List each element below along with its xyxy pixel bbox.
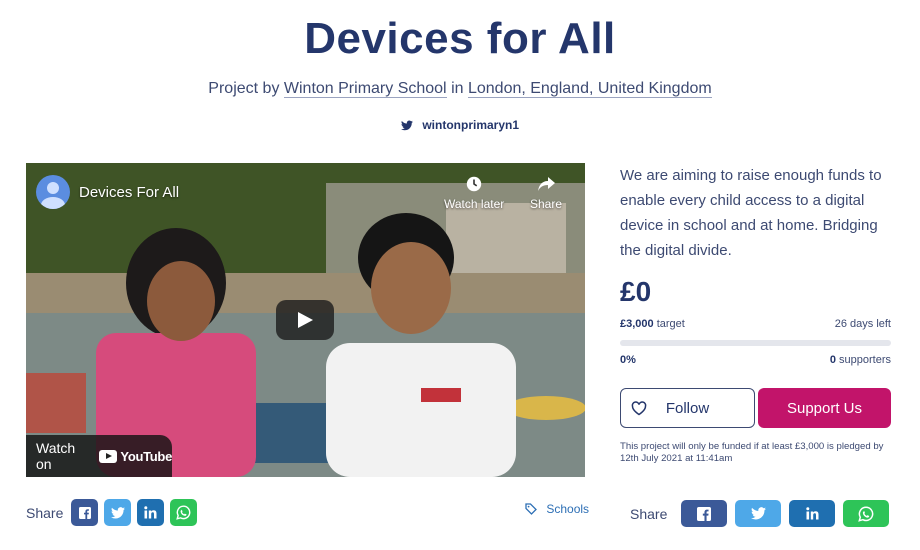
heart-icon (631, 401, 647, 416)
share-row-right: Share (630, 500, 897, 527)
linkedin-icon (806, 507, 819, 520)
facebook-share-button[interactable] (71, 499, 99, 526)
linkedin-icon (144, 506, 157, 519)
location-link[interactable]: London, England, United Kingdom (467, 80, 712, 98)
target-text: £3,000 target (620, 318, 685, 330)
project-description: We are aiming to raise enough funds to e… (620, 167, 882, 259)
video-share-button[interactable]: Share (530, 175, 562, 211)
twitter-icon (750, 507, 766, 520)
youtube-play-icon (99, 449, 118, 463)
twitter-share-button[interactable] (104, 499, 132, 526)
school-link[interactable]: Winton Primary School (283, 80, 447, 98)
percent-funded: 0% (620, 354, 636, 366)
whatsapp-icon (176, 505, 191, 520)
support-us-button[interactable]: Support Us (758, 388, 891, 428)
twitter-icon (110, 506, 125, 519)
category-tag-label: Schools (546, 502, 590, 516)
funding-condition-note: This project will only be funded if at l… (620, 441, 884, 464)
whatsapp-share-button[interactable] (170, 499, 198, 526)
video-player[interactable]: Devices For All Watch later Share Watch … (26, 163, 585, 477)
follow-button[interactable]: Follow (620, 388, 755, 428)
days-left: 26 days left (834, 318, 891, 330)
supporters-word: supporters (839, 354, 891, 366)
video-title[interactable]: Devices For All (79, 184, 179, 201)
byline-in: in (451, 80, 464, 97)
byline-prefix: Project by (208, 80, 280, 97)
supporters-count: 0 (829, 354, 836, 366)
target-value: £3,000 (620, 318, 654, 330)
whatsapp-icon (858, 506, 874, 522)
project-byline: Project by Winton Primary School in Lond… (0, 80, 920, 98)
amount-raised: £0 (620, 276, 652, 307)
tag-icon (525, 503, 537, 515)
watch-later-label: Watch later (444, 197, 505, 211)
whatsapp-share-button-right[interactable] (843, 500, 890, 527)
clock-icon (466, 176, 482, 192)
page-title: Devices for All (304, 14, 616, 63)
facebook-icon (78, 506, 91, 519)
stats-row: 0% 0 supporters (620, 354, 891, 366)
watch-on-youtube-button[interactable]: Watch on YouTube (26, 435, 172, 477)
watch-later-button[interactable]: Watch later (444, 175, 504, 211)
twitter-handle-text: wintonprimaryn1 (422, 118, 520, 132)
watch-on-label: Watch on (36, 440, 76, 472)
twitter-share-button-right[interactable] (735, 500, 782, 527)
twitter-icon (400, 120, 413, 131)
category-tag-link[interactable]: Schools (525, 502, 589, 516)
video-share-label: Share (530, 197, 563, 211)
share-arrow-icon (538, 177, 556, 191)
share-label-right: Share (630, 505, 668, 522)
facebook-icon (697, 506, 712, 521)
video-header: Devices For All (36, 175, 179, 209)
facebook-share-button-right[interactable] (681, 500, 728, 527)
follow-label: Follow (665, 399, 710, 417)
channel-avatar[interactable] (36, 175, 70, 209)
target-row: £3,000 target 26 days left (620, 318, 891, 330)
linkedin-share-button[interactable] (137, 499, 165, 526)
twitter-handle-link[interactable]: wintonprimaryn1 (0, 118, 920, 132)
funding-progress-bar (620, 340, 891, 346)
share-label-left: Share (26, 504, 64, 521)
share-row-left: Share (26, 499, 203, 526)
linkedin-share-button-right[interactable] (789, 500, 836, 527)
support-label: Support Us (786, 399, 863, 417)
play-button[interactable] (276, 300, 334, 340)
youtube-logo: YouTube (99, 449, 172, 464)
supporters-text: 0 supporters (830, 354, 891, 366)
target-word: target (656, 318, 685, 330)
youtube-wordmark: YouTube (120, 448, 172, 464)
